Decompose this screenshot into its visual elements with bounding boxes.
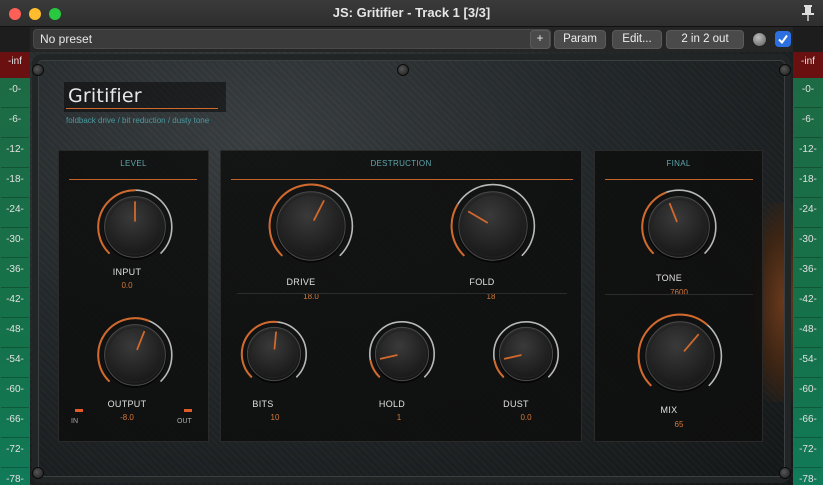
param-button[interactable]: Param xyxy=(554,30,606,49)
input-level-meter: -inf -0- -6- -12- -18- -24- -30- -36- -42- -48- -5… xyxy=(0,52,30,485)
meter-tick-label: -66- xyxy=(6,414,24,425)
meter-tick-label: -54- xyxy=(6,354,24,365)
hold-label: HOLD xyxy=(378,399,406,409)
meter-tick-label: -60- xyxy=(799,384,817,395)
pin-icon[interactable] xyxy=(801,4,815,22)
meter-tick-label: -42- xyxy=(799,294,817,305)
bypass-checkbox[interactable] xyxy=(775,31,791,47)
mix-value: 65 xyxy=(674,420,684,429)
bits-value: 10 xyxy=(270,413,280,422)
fold-label: FOLD xyxy=(469,277,495,287)
hold-knob[interactable] xyxy=(367,319,437,389)
meter-tick-label: -12- xyxy=(799,144,817,155)
final-title: FINAL xyxy=(666,159,691,168)
screw-icon xyxy=(32,64,44,76)
preset-dropdown[interactable]: No preset xyxy=(33,29,551,49)
output-knob[interactable] xyxy=(95,315,175,395)
preset-value: No preset xyxy=(40,32,93,46)
wet-knob-icon[interactable] xyxy=(752,32,767,47)
screw-icon xyxy=(779,467,791,479)
screw-icon xyxy=(779,64,791,76)
io-routing-button[interactable]: 2 in 2 out xyxy=(666,30,744,49)
meter-tick-label: -0- xyxy=(801,84,815,95)
final-panel: FINAL TONE 7600 MIX 65 xyxy=(594,150,763,442)
meter-tick-label: -42- xyxy=(6,294,24,305)
screw-icon xyxy=(397,64,409,76)
mix-label: MIX xyxy=(660,405,678,415)
meter-tick-label: -78- xyxy=(799,474,817,485)
meter-tick-label: -0- xyxy=(8,84,22,95)
meter-tick-label: -24- xyxy=(6,204,24,215)
meter-tick-label: -48- xyxy=(799,324,817,335)
drive-knob[interactable] xyxy=(266,181,356,271)
output-value: -8.0 xyxy=(120,413,134,422)
plugin-logo: Gritifier xyxy=(68,85,142,107)
input-label: INPUT xyxy=(112,267,142,277)
meter-tick-label: -24- xyxy=(799,204,817,215)
fold-knob[interactable] xyxy=(448,181,538,271)
meter-tick-label: -18- xyxy=(799,174,817,185)
input-peak-indicator xyxy=(75,409,83,412)
tone-knob[interactable] xyxy=(639,187,719,267)
output-level-meter: -inf -0- -6- -12- -18- -24- -30- -36- -42- -48- -5… xyxy=(793,52,823,485)
meter-tick-label: -66- xyxy=(799,414,817,425)
meter-tick-label: -72- xyxy=(799,444,817,455)
plugin-tagline: foldback drive / bit reduction / dusty t… xyxy=(66,116,210,125)
screw-icon xyxy=(32,467,44,479)
edit-button[interactable]: Edit... xyxy=(612,30,662,49)
meter-tick-label: -54- xyxy=(799,354,817,365)
meter-tick-label: -30- xyxy=(6,234,24,245)
dust-knob[interactable] xyxy=(491,319,561,389)
meter-tick-label: -6- xyxy=(801,114,815,125)
fx-toolbar: No preset + Param Edit... 2 in 2 out xyxy=(30,27,793,52)
meter-tick-label: -60- xyxy=(6,384,24,395)
title-bar: JS: Gritifier - Track 1 [3/3] xyxy=(0,0,823,27)
level-panel: LEVEL INPUT 0.0 OUTPUT -8.0 IN OUT xyxy=(58,150,209,442)
output-peak-indicator xyxy=(184,409,192,412)
out-label: OUT xyxy=(177,418,192,425)
window-title: JS: Gritifier - Track 1 [3/3] xyxy=(332,5,491,20)
meter-tick-label: -78- xyxy=(6,474,24,485)
meter-tick-label: -30- xyxy=(799,234,817,245)
output-label: OUTPUT xyxy=(107,399,147,409)
meter-tick-label: -48- xyxy=(6,324,24,335)
tone-label: TONE xyxy=(655,273,683,283)
destruction-title: DESTRUCTION xyxy=(370,159,432,168)
meter-tick-label: -inf xyxy=(801,56,815,67)
dust-value: 0.0 xyxy=(520,413,532,422)
drive-label: DRIVE xyxy=(286,277,316,287)
meter-tick-label: -72- xyxy=(6,444,24,455)
meter-tick-label: -12- xyxy=(6,144,24,155)
tone-value: 7600 xyxy=(670,288,688,297)
meter-tick-label: -6- xyxy=(8,114,22,125)
add-preset-button[interactable]: + xyxy=(530,30,550,49)
meter-tick-label: -36- xyxy=(799,264,817,275)
in-label: IN xyxy=(71,418,78,425)
meter-tick-label: -inf xyxy=(8,56,22,67)
bits-label: BITS xyxy=(252,399,274,409)
bits-knob[interactable] xyxy=(239,319,309,389)
hold-value: 1 xyxy=(396,413,402,422)
destruction-panel: DESTRUCTION DRIVE 18.0 FOLD 18 BITS 10 H… xyxy=(220,150,582,442)
input-value: 0.0 xyxy=(121,281,133,290)
mix-knob[interactable] xyxy=(635,311,725,401)
input-knob[interactable] xyxy=(95,187,175,267)
level-title: LEVEL xyxy=(120,159,147,168)
meter-tick-label: -36- xyxy=(6,264,24,275)
meter-tick-label: -18- xyxy=(6,174,24,185)
plugin-ui: Gritifier foldback drive / bit reduction… xyxy=(30,52,793,485)
dust-label: DUST xyxy=(503,399,529,409)
